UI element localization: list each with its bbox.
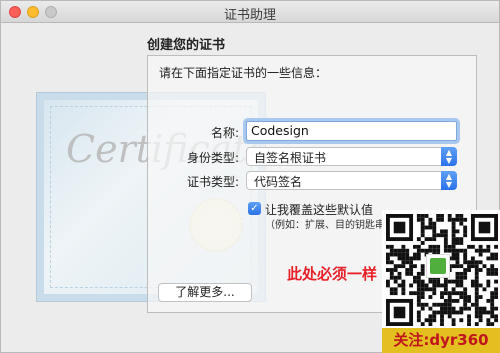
identity-type-value: 自签名根证书 xyxy=(254,151,327,165)
qr-caption: 关注:dyr360 xyxy=(382,328,500,353)
name-input[interactable]: Codesign xyxy=(246,121,457,141)
window-title: 证书助理 xyxy=(223,8,276,23)
instruction-text: 请在下面指定证书的一些信息： xyxy=(159,66,328,80)
chevron-updown-icon: ▲ ▼ xyxy=(441,171,457,190)
chevron-updown-icon: ▲ ▼ xyxy=(441,147,457,166)
learn-more-button[interactable]: 了解更多... xyxy=(158,283,252,302)
override-defaults-checkbox[interactable]: ✓ xyxy=(248,202,261,215)
cert-type-select[interactable]: 代码签名 ▲ ▼ xyxy=(246,171,457,190)
qr-logo-icon xyxy=(426,254,450,278)
annotation-note: 此处必须一样 xyxy=(287,265,378,283)
cert-type-label: 证书类型: xyxy=(186,175,239,189)
identity-type-label: 身份类型: xyxy=(186,151,239,165)
identity-type-select[interactable]: 自签名根证书 ▲ ▼ xyxy=(246,147,457,166)
cert-type-value: 代码签名 xyxy=(254,175,303,189)
title-bar: 证书助理 xyxy=(1,1,499,23)
qr-code-overlay: 关注:dyr360 xyxy=(382,210,500,353)
page-title: 创建您的证书 xyxy=(147,38,226,53)
name-label: 名称: xyxy=(210,126,239,140)
